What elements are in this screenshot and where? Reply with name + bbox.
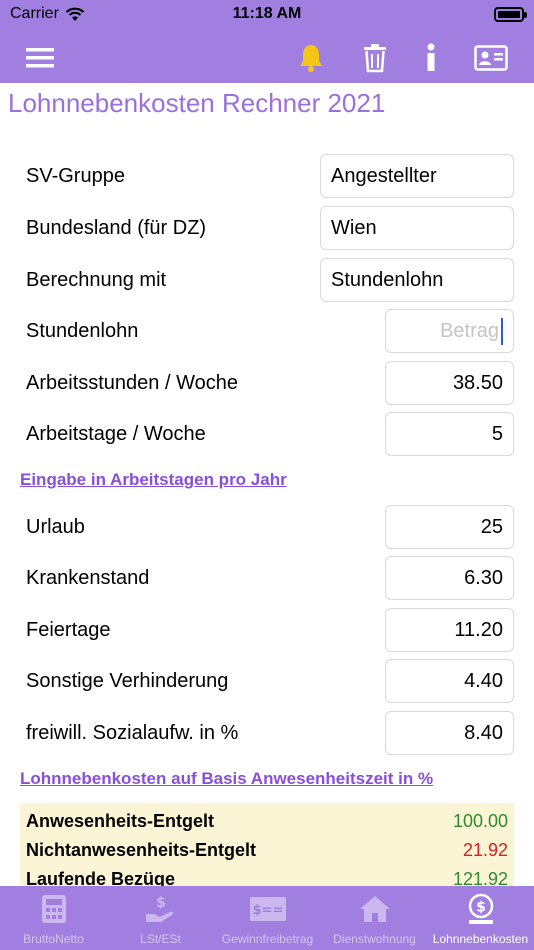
menu-button[interactable] — [20, 38, 60, 78]
urlaub-label: Urlaub — [26, 516, 85, 538]
delete-button[interactable] — [355, 38, 395, 78]
result-row: Anwesenheits-Entgelt 100.00 — [20, 807, 514, 835]
row-stundenlohn: Stundenlohn Betrag — [0, 309, 534, 355]
tab-label: LSt/ESt — [140, 932, 181, 946]
svg-text:$==: $== — [252, 903, 283, 918]
bundesland-select[interactable]: Wien — [320, 206, 514, 250]
money-bag-icon: $ — [468, 893, 493, 924]
house-icon — [359, 896, 390, 922]
navigation-bar — [0, 30, 534, 83]
hamburger-icon — [26, 48, 54, 68]
page-title: Lohnnebenkosten Rechner 2021 — [8, 88, 386, 118]
sozial-label: freiwill. Sozialaufw. in % — [26, 722, 239, 744]
svg-text:$: $ — [476, 900, 486, 916]
arbeitstage-pro-jahr-link[interactable]: Eingabe in Arbeitstagen pro Jahr — [20, 470, 287, 490]
sonstige-label: Sonstige Verhinderung — [26, 670, 229, 692]
tab-label: Dienstwohnung — [333, 932, 416, 946]
info-icon — [427, 43, 435, 71]
stundenlohn-placeholder: Betrag — [440, 320, 499, 342]
tab-label: Lohnnebenkosten — [432, 932, 529, 946]
row-arbeitstage: Arbeitstage / Woche 5 — [0, 412, 534, 458]
tab-label: Gewinnfreibetrag — [221, 932, 314, 946]
sonstige-input[interactable]: 4.40 — [385, 659, 514, 703]
contact-card-icon — [474, 45, 508, 71]
anwesenheitszeit-link[interactable]: Lohnnebenkosten auf Basis Anwesenheitsze… — [20, 769, 433, 789]
contact-card-button[interactable] — [471, 38, 511, 78]
row-urlaub: Urlaub 25 — [0, 505, 534, 551]
row-feiertage: Feiertage 11.20 — [0, 608, 534, 654]
row-krankenstand: Krankenstand 6.30 — [0, 556, 534, 602]
trash-icon — [364, 44, 386, 73]
row-arbeitsstunden: Arbeitsstunden / Woche 38.50 — [0, 361, 534, 407]
row-sonstige: Sonstige Verhinderung 4.40 — [0, 659, 534, 705]
bell-icon — [300, 45, 322, 72]
urlaub-input[interactable]: 25 — [385, 505, 514, 549]
row-sv-gruppe: SV-Gruppe Angestellter — [0, 154, 534, 200]
calculator-icon — [41, 895, 66, 923]
stundenlohn-label: Stundenlohn — [26, 320, 139, 342]
result-label: Nichtanwesenheits-Entgelt — [26, 840, 257, 860]
row-berechnung: Berechnung mit Stundenlohn — [0, 258, 534, 304]
arbeitsstunden-label: Arbeitsstunden / Woche — [26, 372, 238, 394]
info-button[interactable] — [411, 38, 451, 78]
tab-gewinnfreibetrag[interactable]: $== Gewinnfreibetrag — [214, 886, 321, 950]
feiertage-label: Feiertage — [26, 619, 111, 641]
svg-text:$: $ — [156, 895, 166, 911]
text-cursor — [501, 318, 503, 345]
berechnung-label: Berechnung mit — [26, 269, 167, 291]
result-label: Anwesenheits-Entgelt — [26, 811, 215, 831]
arbeitstage-label: Arbeitstage / Woche — [26, 423, 206, 445]
bundesland-label: Bundesland (für DZ) — [26, 217, 207, 239]
tab-lohnnebenkosten[interactable]: $ Lohnnebenkosten — [427, 886, 534, 950]
sozial-input[interactable]: 8.40 — [385, 711, 514, 755]
results-table: Anwesenheits-Entgelt 100.00 Nichtanwesen… — [20, 803, 514, 891]
tab-bruttonetto[interactable]: BruttoNetto — [0, 886, 107, 950]
stundenlohn-input[interactable]: Betrag — [385, 309, 514, 353]
result-row: Nichtanwesenheits-Entgelt 21.92 — [20, 836, 514, 864]
feiertage-input[interactable]: 11.20 — [385, 608, 514, 652]
notifications-button[interactable] — [291, 38, 331, 78]
tab-dienstwohnung[interactable]: Dienstwohnung — [321, 886, 428, 950]
row-bundesland: Bundesland (für DZ) Wien — [0, 206, 534, 252]
arbeitsstunden-input[interactable]: 38.50 — [385, 361, 514, 405]
battery-icon — [494, 7, 527, 22]
sv-gruppe-label: SV-Gruppe — [26, 165, 125, 187]
banknote-icon: $== — [249, 897, 286, 921]
tab-lst-est[interactable]: $ LSt/ESt — [107, 886, 214, 950]
row-sozial: freiwill. Sozialaufw. in % 8.40 — [0, 711, 534, 757]
tab-bar: BruttoNetto $ LSt/ESt $== Gewinnfreibetr… — [0, 886, 534, 950]
hand-money-icon: $ — [145, 895, 173, 922]
tab-label: BruttoNetto — [23, 932, 84, 946]
krankenstand-label: Krankenstand — [26, 567, 150, 589]
result-value: 100.00 — [452, 811, 508, 831]
status-bar: Carrier 11:18 AM — [0, 0, 534, 30]
sv-gruppe-select[interactable]: Angestellter — [320, 154, 514, 198]
berechnung-select[interactable]: Stundenlohn — [320, 258, 514, 302]
status-time: 11:18 AM — [232, 5, 302, 22]
result-value: 21.92 — [462, 840, 508, 860]
krankenstand-input[interactable]: 6.30 — [385, 556, 514, 600]
arbeitstage-input[interactable]: 5 — [385, 412, 514, 456]
